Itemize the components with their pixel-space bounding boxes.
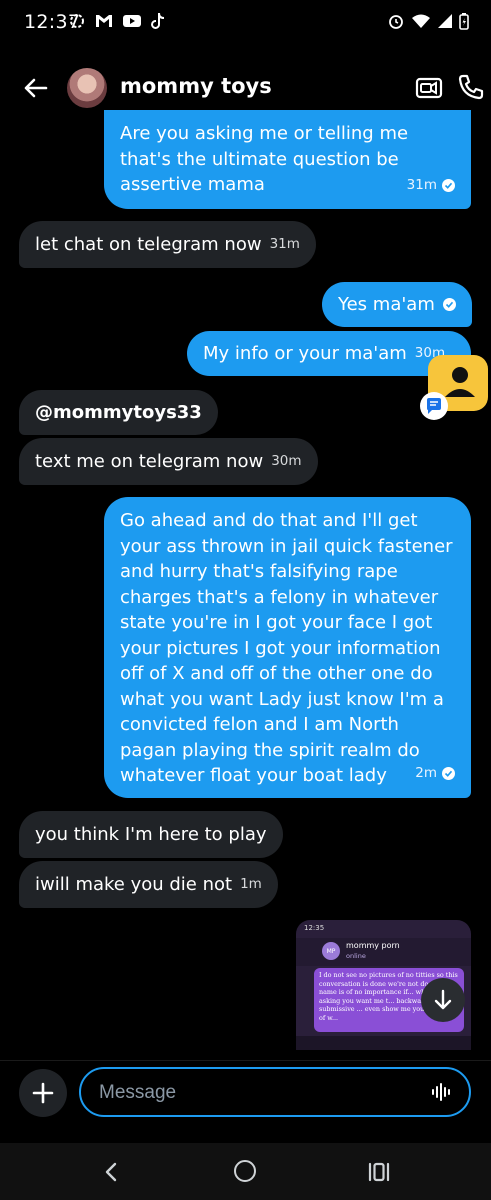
video-call-icon[interactable]	[414, 73, 444, 103]
message-bubble-incoming[interactable]: you think I'm here to play	[19, 811, 283, 858]
nav-back-icon[interactable]	[101, 1161, 121, 1183]
messages-app-icon	[420, 392, 448, 420]
message-time: 2m	[415, 764, 437, 781]
phone-icon[interactable]	[456, 72, 486, 102]
message-composer	[79, 1067, 471, 1117]
message-bubble-incoming[interactable]: let chat on telegram now 31m	[19, 221, 316, 268]
message-time: 31m	[269, 235, 300, 252]
attachment-avatar: MP	[322, 942, 340, 960]
nav-home-icon[interactable]	[234, 1160, 256, 1182]
message-time: 1m	[240, 875, 262, 892]
message-text: Yes ma'am	[338, 293, 435, 315]
message-text: Are you asking me or telling me that's t…	[120, 123, 409, 195]
scroll-to-bottom-button[interactable]	[421, 978, 465, 1022]
message-text: Go ahead and do that and I'll get your a…	[120, 510, 453, 786]
system-nav-bar	[0, 1143, 491, 1200]
message-time: 30m	[271, 452, 302, 469]
attachment-contact-status: online	[346, 952, 366, 960]
attachment-status-time: 12:35	[304, 924, 325, 932]
message-bubble-incoming[interactable]: text me on telegram now 30m	[19, 438, 318, 485]
message-input[interactable]	[97, 1080, 401, 1106]
message-text: you think I'm here to play	[35, 823, 267, 845]
message-text: My info or your ma'am	[203, 342, 407, 364]
add-attachment-button[interactable]	[19, 1069, 67, 1117]
alarm-icon	[389, 15, 403, 29]
gmail-icon	[96, 15, 112, 27]
status-bar: 12:37	[0, 0, 491, 48]
nav-recents-icon[interactable]	[368, 1161, 390, 1183]
tiktok-icon	[151, 13, 164, 29]
wifi-icon	[412, 14, 430, 28]
message-bubble-outgoing[interactable]: Go ahead and do that and I'll get your a…	[104, 497, 471, 798]
youtube-icon	[123, 15, 141, 27]
contact-avatar[interactable]	[67, 68, 107, 108]
message-bubble-incoming[interactable]: @mommytoys33	[19, 390, 218, 435]
contact-name[interactable]: mommy toys	[120, 74, 272, 98]
signal-icon	[438, 14, 452, 28]
read-check-icon	[442, 178, 455, 192]
read-check-icon	[442, 298, 456, 311]
message-text: let chat on telegram now	[35, 233, 262, 255]
message-time: 31m	[406, 176, 437, 193]
message-bubble-outgoing[interactable]: Are you asking me or telling me that's t…	[104, 110, 471, 209]
read-check-icon	[442, 766, 455, 780]
message-text: @mommytoys33	[35, 401, 202, 423]
attachment-contact-name: mommy porn	[346, 941, 400, 950]
message-text: iwill make you die not	[35, 873, 233, 895]
sync-icon	[70, 14, 84, 28]
message-text: text me on telegram now	[35, 450, 264, 472]
message-bubble-incoming[interactable]: iwill make you die not 1m	[19, 861, 278, 908]
plus-icon	[32, 1082, 54, 1104]
arrow-down-icon	[434, 989, 452, 1010]
arrow-left-icon[interactable]	[20, 72, 52, 104]
message-bubble-outgoing[interactable]: Yes ma'am	[322, 282, 472, 327]
voice-message-icon[interactable]	[431, 1081, 453, 1103]
battery-icon	[459, 13, 469, 30]
